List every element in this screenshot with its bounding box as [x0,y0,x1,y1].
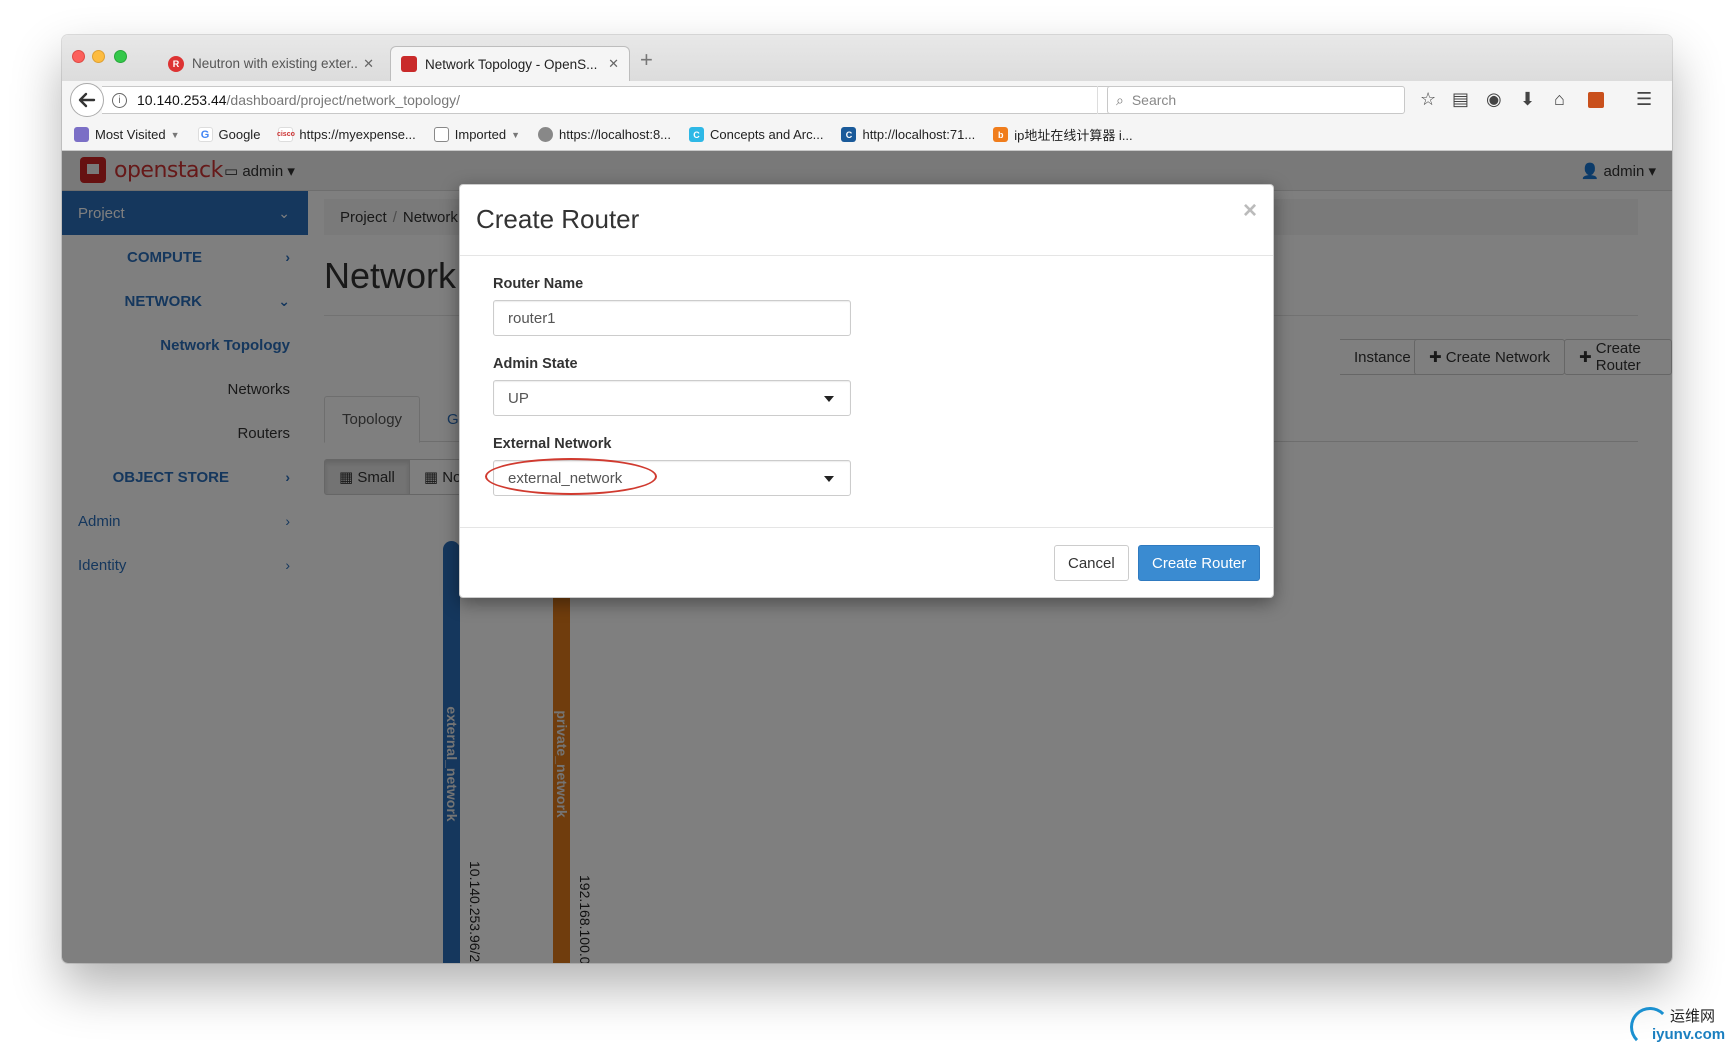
new-tab-button[interactable]: + [640,47,653,73]
download-icon[interactable]: ⬇ [1520,89,1535,110]
extension-icon[interactable] [1588,92,1604,108]
bookmark-label: Concepts and Arc... [710,127,824,142]
bookmark-imported[interactable]: Imported ▼ [433,127,520,142]
tab-close-icon[interactable]: ✕ [608,56,619,72]
chevron-down-icon: ▼ [170,129,180,140]
button-label: Create Router [1152,554,1247,572]
confluence-icon: C [689,127,705,142]
bookmark-google[interactable]: G Google [197,127,261,142]
bookmark-label: Imported [454,127,507,142]
bookmark-most-visited[interactable]: Most Visited ▼ [74,127,180,142]
bookmark-label: http://localhost:71... [862,127,976,142]
info-icon[interactable]: i [112,92,127,108]
bookmark-localhost-71[interactable]: C http://localhost:71... [841,127,975,142]
router-name-input[interactable]: router1 [493,300,851,336]
caret-down-icon [824,396,834,402]
zoom-window-icon[interactable] [114,50,127,63]
annotation-ellipse [485,458,657,495]
url-host: 10.140.253.44 [137,92,227,108]
bookmarks-bar: Most Visited ▼ G Google cisco https://mye… [62,119,1672,151]
globe-icon [538,127,553,142]
bookmark-label: ip地址在线计算器 i... [1014,128,1133,143]
bookmark-concepts[interactable]: C Concepts and Arc... [689,127,823,142]
address-bar[interactable]: i 10.140.253.44/dashboard/project/networ… [102,86,1134,114]
chevron-down-icon: ▼ [511,129,520,140]
close-window-icon[interactable] [72,50,85,63]
select-value: UP [508,389,529,407]
tab-bar: R Neutron with existing exter... ✕ Netwo… [62,35,1672,81]
close-icon[interactable]: × [1243,197,1257,225]
watermark-cn: 运维网 [1670,1008,1716,1025]
tab-title: Neutron with existing exter... [192,56,358,71]
rdo-icon: R [168,55,184,72]
search-input[interactable]: ⌕ Search [1107,86,1405,114]
back-button[interactable] [70,83,104,117]
create-router-dialog: Create Router × Router Name router1 Admi… [459,184,1274,598]
star-icon[interactable]: ☆ [1420,89,1436,110]
cancel-button[interactable]: Cancel [1054,545,1129,581]
bookmark-icon: b [993,127,1009,142]
bookmark-label: Google [218,127,261,142]
external-network-label: External Network [493,436,612,452]
search-icon: ⌕ [1116,91,1124,108]
bookmark-ip-calculator[interactable]: b ip地址在线计算器 i... [993,125,1133,144]
menu-icon[interactable]: ☰ [1636,89,1652,110]
modal-title: Create Router [476,204,640,234]
search-placeholder: Search [1131,92,1177,108]
openstack-icon [401,56,417,72]
watermark-en: iyunv.com [1652,1026,1726,1043]
modal-header: Create Router × [460,185,1273,256]
tab-title: Network Topology - OpenS... [425,56,598,72]
modal-footer: Cancel Create Router [460,527,1273,599]
bookmark-label: Most Visited [95,127,166,142]
bookmark-localhost-8[interactable]: https://localhost:8... [538,127,671,142]
minimize-window-icon[interactable] [92,50,105,63]
external-network-select[interactable]: external_network [485,458,851,496]
modal-body: Router Name router1 Admin State UP Exter… [460,256,1273,527]
admin-state-label: Admin State [493,356,578,372]
browser-tab-network-topology[interactable]: Network Topology - OpenS... ✕ [390,46,630,81]
reading-list-icon[interactable]: ▤ [1452,89,1469,110]
pocket-icon[interactable]: ◉ [1486,89,1502,110]
url-path: /dashboard/project/network_topology/ [226,92,461,108]
arrow-left-icon [78,92,96,108]
folder-icon [74,127,89,142]
tab-close-icon[interactable]: ✕ [363,56,374,72]
watermark-logo: 运维网 iyunv.com [1630,1003,1730,1047]
bookmark-label: https://localhost:8... [559,127,672,142]
input-value: router1 [508,309,556,327]
button-label: Cancel [1068,554,1115,572]
browser-tab-neutron[interactable]: R Neutron with existing exter... ✕ [158,46,384,81]
google-icon: G [197,127,213,142]
router-name-label: Router Name [493,276,584,292]
admin-state-select[interactable]: UP [493,380,851,416]
confluence-icon: C [841,127,857,142]
cisco-icon: cisco [277,127,295,142]
home-icon[interactable]: ⌂ [1554,89,1565,110]
bookmark-myexpense[interactable]: cisco https://myexpense... [277,127,416,142]
create-router-button[interactable]: Create Router [1138,545,1261,581]
navigation-bar: i 10.140.253.44/dashboard/project/networ… [62,81,1672,119]
caret-down-icon [824,476,834,482]
bookmark-label: https://myexpense... [299,127,416,142]
folder-icon [433,127,449,142]
